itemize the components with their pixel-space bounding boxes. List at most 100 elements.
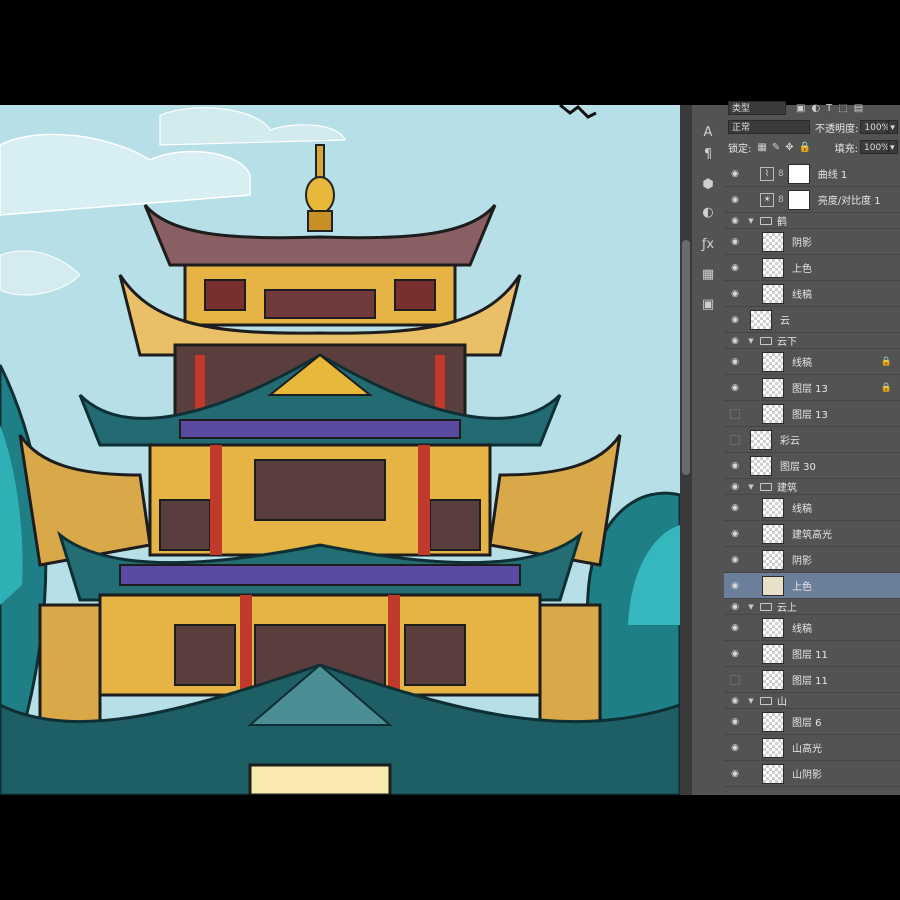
artwork-canvas[interactable]: [0, 105, 680, 795]
layer-thumbnail: [762, 549, 784, 570]
layer-group-row[interactable]: ◉ ▼ 云上: [724, 599, 900, 615]
layer-row[interactable]: ◉ 图层 6: [724, 709, 900, 735]
curves-icon: ⌇: [760, 166, 774, 181]
visibility-eye-icon[interactable]: ◉: [724, 263, 746, 273]
layer-name: 阴影: [792, 556, 812, 567]
layer-row[interactable]: ◉ 线稿: [724, 281, 900, 307]
layer-row[interactable]: ◉ 线稿 🔒: [724, 349, 900, 375]
visibility-eye-icon[interactable]: ◉: [724, 555, 746, 565]
hidden-visibility-box[interactable]: [730, 674, 740, 685]
paragraph-icon[interactable]: ¶: [697, 145, 719, 165]
expand-arrow-icon[interactable]: ▼: [746, 217, 756, 225]
blend-mode-select[interactable]: 正常: [728, 120, 810, 134]
visibility-eye-icon[interactable]: ◉: [724, 169, 746, 179]
visibility-eye-icon[interactable]: ◉: [724, 503, 746, 513]
visibility-eye-icon[interactable]: ◉: [724, 383, 746, 393]
visibility-eye-icon[interactable]: ◉: [724, 289, 746, 299]
lock-icon: 🔒: [880, 382, 892, 393]
layer-name: 亮度/对比度 1: [817, 196, 881, 207]
layer-row[interactable]: ◉ 阴影: [724, 547, 900, 573]
layer-thumbnail: [762, 497, 784, 518]
layer-mask-thumbnail: [787, 189, 810, 210]
visibility-eye-icon[interactable]: ◉: [724, 336, 746, 346]
layer-name: 彩云: [780, 436, 800, 447]
visibility-eye-icon[interactable]: ◉: [724, 482, 746, 492]
layer-row[interactable]: 图层 11: [724, 667, 900, 693]
layer-list: ◉ ⌇ 8 曲线 1 ◉ ☀ 8 亮度/对比度 1 ◉ ▼ 鹤 ◉ 阴影 ◉ 上…: [724, 161, 900, 795]
visibility-eye-icon[interactable]: ◉: [724, 649, 746, 659]
layer-name: 云: [780, 316, 790, 327]
swatches-icon[interactable]: ▦: [697, 265, 719, 285]
layer-row[interactable]: 图层 13: [724, 401, 900, 427]
lock-icon: 🔒: [880, 356, 892, 367]
visibility-eye-icon[interactable]: ◉: [724, 237, 746, 247]
visibility-eye-icon[interactable]: ◉: [724, 581, 746, 591]
opacity-input[interactable]: 100%: [860, 120, 890, 134]
layer-row[interactable]: ◉ 建筑高光: [724, 521, 900, 547]
adjustments-icon[interactable]: ◐: [697, 203, 719, 223]
layer-row[interactable]: ◉ 线稿: [724, 615, 900, 641]
visibility-eye-icon[interactable]: ◉: [724, 195, 746, 205]
visibility-eye-icon[interactable]: ◉: [724, 529, 746, 539]
lock-label: 锁定:: [728, 143, 752, 155]
visibility-eye-icon[interactable]: ◉: [724, 357, 746, 367]
filter-icons[interactable]: ▣◐T⬚▤: [796, 103, 869, 114]
layer-row[interactable]: ◉ 山阴影: [724, 761, 900, 787]
lock-options-icons[interactable]: ▦✎✥🔒: [757, 142, 816, 153]
layer-row-selected[interactable]: ◉ 上色: [724, 573, 900, 599]
styles-icon[interactable]: ƒx: [697, 235, 719, 255]
visibility-eye-icon[interactable]: ◉: [724, 717, 746, 727]
layer-group-row[interactable]: ◉ ▼ 鹤: [724, 213, 900, 229]
visibility-eye-icon[interactable]: ◉: [724, 602, 746, 612]
link-icon: 8: [778, 194, 784, 205]
layer-row[interactable]: ◉ ☀ 8 亮度/对比度 1: [724, 187, 900, 213]
layer-thumbnail: [762, 231, 784, 252]
visibility-eye-icon[interactable]: ◉: [724, 743, 746, 753]
visibility-eye-icon[interactable]: ◉: [724, 696, 746, 706]
layer-row[interactable]: ◉ 上色: [724, 255, 900, 281]
layer-name: 线稿: [792, 504, 812, 515]
layer-row[interactable]: ◉ 云: [724, 307, 900, 333]
fill-input[interactable]: 100%: [860, 140, 890, 154]
group-name: 云下: [777, 337, 797, 348]
expand-arrow-icon[interactable]: ▼: [746, 603, 756, 611]
layer-group-row[interactable]: ◉ ▼ 山: [724, 693, 900, 709]
expand-arrow-icon[interactable]: ▼: [746, 697, 756, 705]
properties-icon[interactable]: ▣: [697, 295, 719, 315]
visibility-eye-icon[interactable]: ◉: [724, 461, 746, 471]
layer-name: 上色: [792, 582, 812, 593]
layer-row[interactable]: ◉ 图层 30: [724, 453, 900, 479]
layer-thumbnail: [750, 309, 772, 330]
layer-name: 山阴影: [792, 770, 822, 781]
hidden-visibility-box[interactable]: [730, 408, 740, 419]
opacity-label: 不透明度:: [815, 123, 859, 135]
visibility-eye-icon[interactable]: ◉: [724, 216, 746, 226]
hidden-visibility-box[interactable]: [730, 434, 740, 445]
layer-group-row[interactable]: ◉ ▼ 建筑: [724, 479, 900, 495]
fill-dropdown-icon[interactable]: ▾: [888, 140, 898, 154]
layer-row[interactable]: ◉ 阴影: [724, 229, 900, 255]
layer-row[interactable]: ◉ 山高光: [724, 735, 900, 761]
lock-row: 锁定: ▦✎✥🔒 填充: 100% ▾: [724, 139, 900, 155]
layer-name: 图层 6: [792, 718, 822, 729]
layer-row[interactable]: 彩云: [724, 427, 900, 453]
opacity-dropdown-icon[interactable]: ▾: [888, 120, 899, 134]
layer-thumbnail: [762, 763, 784, 784]
visibility-eye-icon[interactable]: ◉: [724, 315, 746, 325]
pagoda-illustration: [0, 105, 680, 795]
type-tool-icon[interactable]: A: [697, 123, 719, 143]
scrollbar-thumb[interactable]: [682, 240, 690, 475]
layer-row[interactable]: ◉ 线稿: [724, 495, 900, 521]
layer-name: 线稿: [792, 358, 812, 369]
expand-arrow-icon[interactable]: ▼: [746, 483, 756, 491]
layer-row[interactable]: ◉ 图层 13 🔒: [724, 375, 900, 401]
layer-row[interactable]: ◉ 图层 11: [724, 641, 900, 667]
3d-icon[interactable]: ⬢: [697, 175, 719, 195]
visibility-eye-icon[interactable]: ◉: [724, 623, 746, 633]
visibility-eye-icon[interactable]: ◉: [724, 769, 746, 779]
expand-arrow-icon[interactable]: ▼: [746, 337, 756, 345]
layer-row[interactable]: ◉ ⌇ 8 曲线 1: [724, 161, 900, 187]
layer-name: 曲线 1: [817, 170, 848, 181]
layer-group-row[interactable]: ◉ ▼ 云下: [724, 333, 900, 349]
layer-filter-select[interactable]: 类型: [728, 101, 786, 115]
